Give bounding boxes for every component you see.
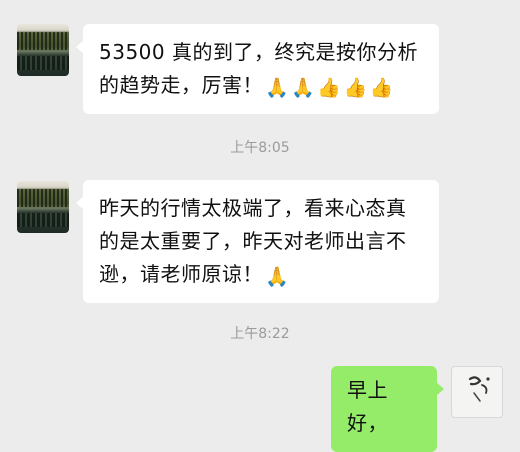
pray-emoji-icon: 🙏 [265,266,290,288]
message-bubble-incoming[interactable]: 53500 真的到了，终究是按你分析的趋势走，厉害！ 🙏 🙏 👍 👍 👍 [76,24,439,114]
pray-emoji-icon: 🙏 [265,77,290,99]
message-bubble-outgoing[interactable]: 早上好， [331,366,444,452]
thumbs-up-emoji-icon: 👍 [369,77,394,99]
thumbs-up-emoji-icon: 👍 [317,77,342,99]
pray-emoji-icon: 🙏 [291,77,316,99]
contact-avatar[interactable] [17,181,69,233]
contact-avatar[interactable] [17,24,69,76]
user-avatar[interactable] [451,366,503,418]
message-text: 早上好， [347,378,388,435]
message-text: 昨天的行情太极端了，看来心态真的是太重要了，昨天对老师出言不逊，请老师原谅！ [99,196,407,286]
message-timestamp: 上午8:22 [230,326,290,342]
thumbs-up-emoji-icon: 👍 [343,77,368,99]
calligraphy-avatar-icon [468,376,490,402]
message-bubble-incoming[interactable]: 昨天的行情太极端了，看来心态真的是太重要了，昨天对老师出言不逊，请老师原谅！ 🙏 [76,180,439,303]
message-timestamp: 上午8:05 [230,140,290,156]
